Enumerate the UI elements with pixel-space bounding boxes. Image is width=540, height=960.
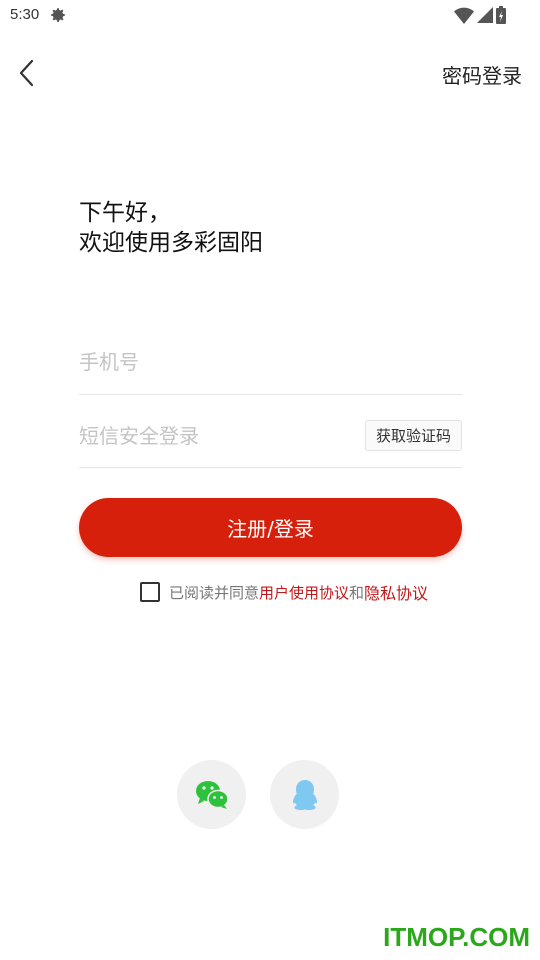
settings-gear-icon (51, 8, 65, 22)
get-code-button[interactable]: 获取验证码 (365, 420, 462, 451)
wechat-icon (195, 780, 229, 809)
greeting: 下午好， 欢迎使用多彩固阳 (79, 198, 263, 258)
phone-field (79, 350, 462, 395)
back-arrow-icon[interactable] (14, 58, 42, 88)
wechat-login-button[interactable] (177, 760, 246, 829)
register-login-button[interactable]: 注册/登录 (79, 498, 462, 557)
privacy-agreement-link[interactable]: 隐私协议 (364, 580, 428, 604)
user-agreement-link[interactable]: 用户使用协议 (259, 582, 349, 603)
cell-signal-icon (477, 7, 493, 23)
agreement-row: 已阅读并同意 用户使用协议 和 隐私协议 (140, 580, 428, 604)
qq-login-button[interactable] (270, 760, 339, 829)
agreement-and: 和 (349, 583, 365, 602)
qq-icon (292, 779, 317, 810)
sms-code-field: 获取验证码 (79, 420, 462, 468)
wifi-icon (454, 7, 474, 24)
status-icons (454, 6, 506, 24)
status-bar: 5:30 (0, 0, 540, 32)
itmop-watermark: ITMOP.COM (383, 922, 530, 952)
agreement-prefix: 已阅读并同意 (169, 583, 260, 602)
phone-input[interactable] (79, 350, 349, 374)
sms-code-input[interactable] (79, 424, 349, 448)
agreement-checkbox[interactable] (140, 582, 160, 602)
password-login-link[interactable]: 密码登录 (442, 60, 522, 89)
status-time: 5:30 (10, 6, 40, 23)
battery-icon (496, 6, 506, 24)
greeting-line-2: 欢迎使用多彩固阳 (79, 230, 263, 256)
greeting-line-1: 下午好， (79, 200, 171, 226)
